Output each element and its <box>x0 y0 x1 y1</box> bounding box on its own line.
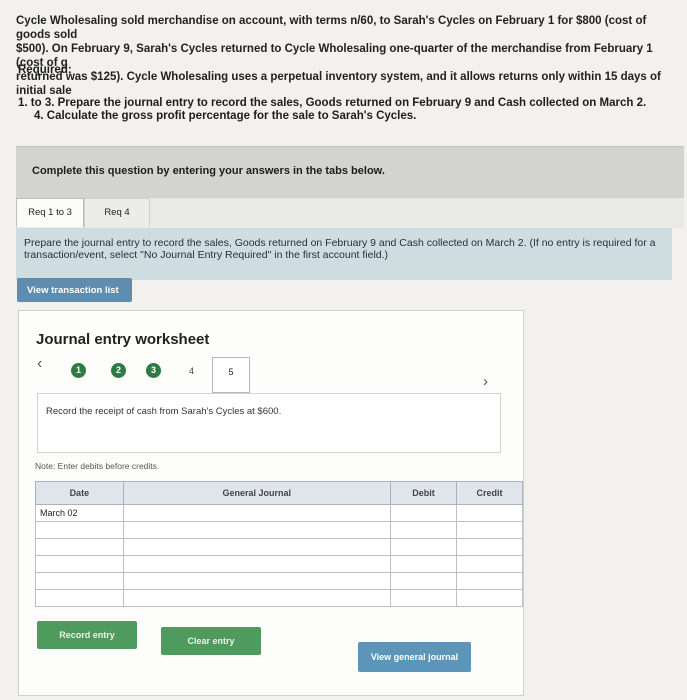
view-transaction-list-button[interactable]: View transaction list <box>17 278 132 302</box>
transaction-description: Record the receipt of cash from Sarah's … <box>37 393 501 453</box>
date-cell[interactable] <box>35 589 124 607</box>
debit-cell[interactable] <box>389 572 457 590</box>
date-cell[interactable]: March 02 <box>35 504 124 522</box>
banner-text: Complete this question by entering your … <box>32 165 385 177</box>
worksheet-title: Journal entry worksheet <box>36 331 210 348</box>
account-cell[interactable] <box>122 538 391 556</box>
problem-line: Cycle Wholesaling sold merchandise on ac… <box>16 15 647 41</box>
step-5-current[interactable]: 5 <box>212 357 250 393</box>
debit-cell[interactable] <box>389 589 457 607</box>
account-cell[interactable] <box>122 572 391 590</box>
general-journal-header: General Journal <box>122 481 391 505</box>
problem-statement: Cycle Wholesaling sold merchandise on ac… <box>16 14 682 98</box>
step-4[interactable]: 4 <box>189 366 194 376</box>
debit-cell[interactable] <box>389 555 457 573</box>
account-cell[interactable] <box>122 555 391 573</box>
required-list: 1. to 3. Prepare the journal entry to re… <box>18 97 646 123</box>
step-3[interactable]: 3 <box>146 363 161 378</box>
debit-cell[interactable] <box>389 521 457 539</box>
credit-header: Credit <box>455 481 524 505</box>
problem-line: $500). On February 9, Sarah's Cycles ret… <box>16 43 653 69</box>
debits-note: Note: Enter debits before credits. <box>35 461 160 471</box>
table-row <box>35 538 524 556</box>
chevron-right-icon[interactable]: › <box>483 373 488 390</box>
required-heading: Required: <box>18 64 72 76</box>
view-general-journal-button[interactable]: View general journal <box>358 642 471 672</box>
date-cell[interactable] <box>35 538 124 556</box>
credit-cell[interactable] <box>455 538 524 556</box>
table-row <box>35 589 524 607</box>
tab-instruction: Prepare the journal entry to record the … <box>16 228 672 280</box>
problem-line: returned was $125). Cycle Wholesaling us… <box>16 71 661 97</box>
date-cell[interactable] <box>35 572 124 590</box>
clear-entry-button[interactable]: Clear entry <box>161 627 261 655</box>
credit-cell[interactable] <box>455 504 524 522</box>
tab-req-1-to-3[interactable]: Req 1 to 3 <box>16 198 84 227</box>
debit-header: Debit <box>389 481 457 505</box>
tab-req-4[interactable]: Req 4 <box>84 198 150 227</box>
date-cell[interactable] <box>35 555 124 573</box>
journal-entry-worksheet: Journal entry worksheet ‹ 1 2 3 4 5 › Re… <box>18 310 524 696</box>
account-cell[interactable] <box>122 521 391 539</box>
table-row: March 02 <box>35 504 524 522</box>
account-cell[interactable] <box>122 589 391 607</box>
credit-cell[interactable] <box>455 589 524 607</box>
step-2[interactable]: 2 <box>111 363 126 378</box>
journal-table: Date General Journal Debit Credit March … <box>35 481 524 607</box>
account-cell[interactable] <box>122 504 391 522</box>
required-item: 1. to 3. Prepare the journal entry to re… <box>18 97 647 109</box>
table-row <box>35 521 524 539</box>
instructions-banner: Complete this question by entering your … <box>16 146 684 199</box>
chevron-left-icon[interactable]: ‹ <box>37 355 42 373</box>
credit-cell[interactable] <box>455 521 524 539</box>
step-1[interactable]: 1 <box>71 363 86 378</box>
required-item: 4. Calculate the gross profit percentage… <box>34 110 417 122</box>
credit-cell[interactable] <box>455 572 524 590</box>
table-row <box>35 555 524 573</box>
debit-cell[interactable] <box>389 504 457 522</box>
date-cell[interactable] <box>35 521 124 539</box>
credit-cell[interactable] <box>455 555 524 573</box>
table-row <box>35 572 524 590</box>
date-header: Date <box>35 481 124 505</box>
record-entry-button[interactable]: Record entry <box>37 621 137 649</box>
tab-bar: Req 1 to 3 Req 4 <box>16 198 684 228</box>
debit-cell[interactable] <box>389 538 457 556</box>
